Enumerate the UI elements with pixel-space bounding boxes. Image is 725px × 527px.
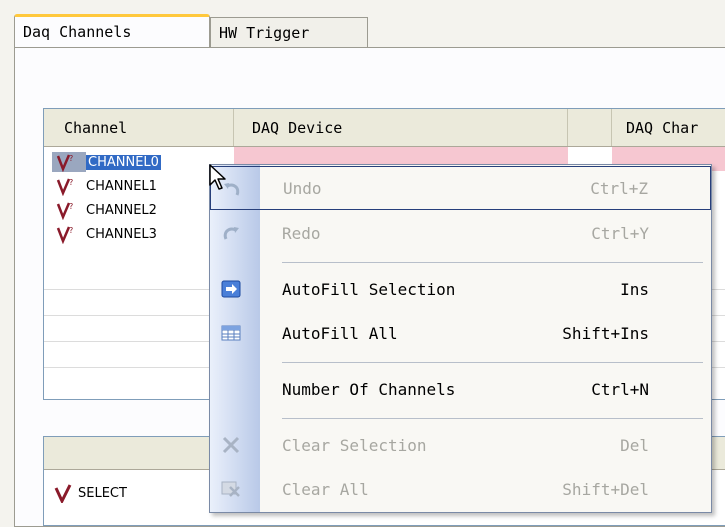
clear-all-icon	[220, 479, 242, 499]
tab-hw-trigger[interactable]: HW Trigger	[210, 17, 368, 47]
context-menu[interactable]: Undo Ctrl+Z Redo Ctrl+Y AutoFill Selecti…	[209, 164, 712, 513]
autofill-all-icon	[220, 323, 242, 343]
svg-text:?: ?	[69, 226, 73, 235]
svg-text:?: ?	[69, 178, 73, 187]
channel-wave-icon: ?	[52, 224, 86, 245]
grid-row-select[interactable]: SELECT	[52, 483, 127, 505]
grid-row-channel3[interactable]: ? CHANNEL3	[52, 224, 157, 245]
menu-item-redo[interactable]: Redo Ctrl+Y	[210, 211, 711, 255]
menu-item-autofill-selection[interactable]: AutoFill Selection Ins	[210, 267, 711, 311]
tab-daq-channels[interactable]: Daq Channels	[14, 14, 210, 47]
autofill-selection-icon	[220, 279, 242, 299]
channel-wave-icon	[52, 483, 78, 505]
tab-label: HW Trigger	[219, 23, 310, 42]
clear-selection-icon	[220, 435, 242, 455]
tab-label: Daq Channels	[23, 23, 132, 41]
grid-header: Channel DAQ Device DAQ Char	[44, 109, 725, 147]
column-header-daq-channel[interactable]: DAQ Char	[612, 109, 725, 146]
grid-row-channel0[interactable]: ? CHANNEL0	[52, 152, 161, 173]
menu-item-clear-selection[interactable]: Clear Selection Del	[210, 423, 711, 467]
channel-wave-icon: ?	[52, 176, 86, 197]
redo-icon	[220, 223, 242, 243]
menu-item-clear-all[interactable]: Clear All Shift+Del	[210, 467, 711, 511]
mouse-cursor-icon	[208, 163, 228, 195]
column-header-daq-device[interactable]: DAQ Device	[234, 109, 568, 146]
menu-separator	[282, 262, 703, 263]
menu-item-autofill-all[interactable]: AutoFill All Shift+Ins	[210, 311, 711, 355]
svg-text:?: ?	[69, 154, 73, 163]
grid-row-channel1[interactable]: ? CHANNEL1	[52, 176, 157, 197]
menu-item-undo[interactable]: Undo Ctrl+Z	[210, 166, 711, 210]
grid-row-channel2[interactable]: ? CHANNEL2	[52, 200, 157, 221]
menu-item-number-of-channels[interactable]: Number Of Channels Ctrl+N	[210, 367, 711, 411]
column-header-channel[interactable]: Channel	[44, 109, 234, 146]
svg-text:?: ?	[69, 202, 73, 211]
menu-separator	[282, 362, 703, 363]
column-header-spacer	[568, 109, 612, 146]
channel-wave-icon: ?	[52, 200, 86, 221]
channel-wave-icon: ?	[52, 152, 86, 173]
menu-separator	[282, 418, 703, 419]
